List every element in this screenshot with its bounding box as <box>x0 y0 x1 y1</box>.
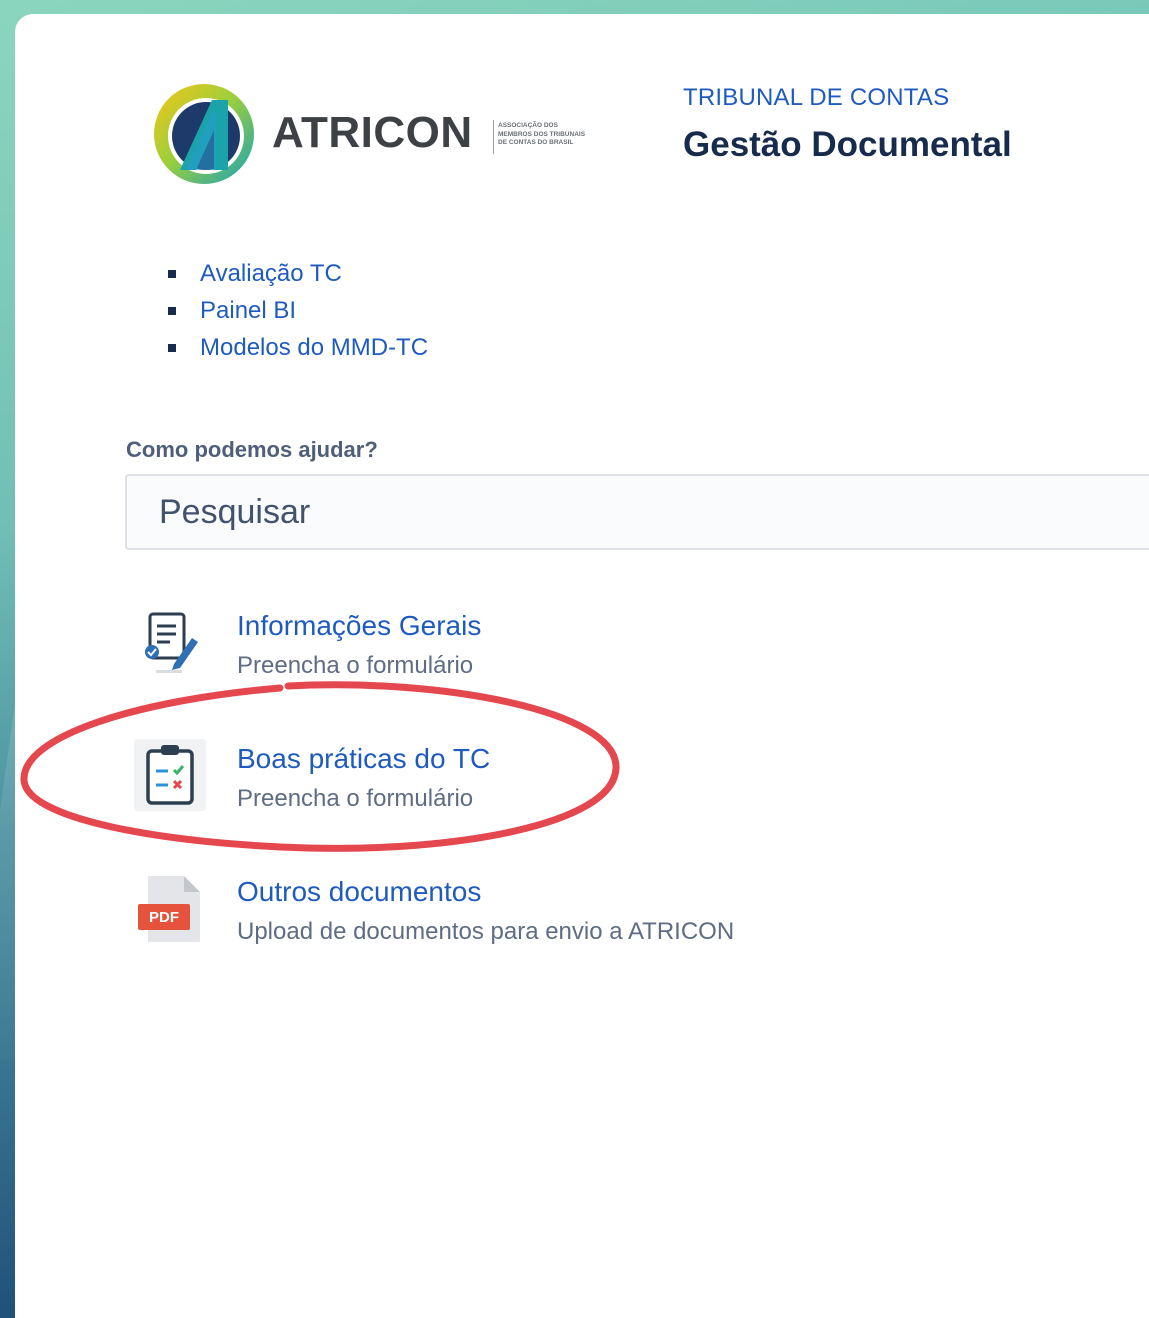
request-type-outros-documentos[interactable]: PDF Outros documentos Upload de document… <box>134 872 834 952</box>
bullet-icon <box>168 343 176 352</box>
logo-subtitle-line: MEMBROS DOS TRIBUNAIS <box>498 130 586 138</box>
request-description: Preencha o formulário <box>237 652 474 679</box>
logo-subtitle-line: DE CONTAS DO BRASIL <box>498 139 574 146</box>
atricon-emblem-icon <box>154 84 254 184</box>
quick-links: Avaliação TC Painel BI Modelos do MMD-TC <box>168 255 428 366</box>
logo-wordmark: ATRICON <box>272 108 473 157</box>
logo-divider <box>493 120 494 154</box>
link-modelos-mmd-tc[interactable]: Modelos do MMD-TC <box>200 334 428 362</box>
request-description: Preencha o formulário <box>237 785 474 812</box>
search-label: Como podemos ajudar? <box>126 437 378 462</box>
request-type-boas-praticas[interactable]: Boas práticas do TC Preencha o formulári… <box>134 739 834 819</box>
organization-name[interactable]: TRIBUNAL DE CONTAS <box>683 84 949 112</box>
clipboard-checklist-icon <box>134 739 206 811</box>
portal-title: Gestão Documental <box>683 125 1012 164</box>
quick-link-item: Avaliação TC <box>168 255 428 292</box>
atricon-logo[interactable]: ATRICON ASSOCIAÇÃO DOS MEMBROS DOS TRIBU… <box>150 78 620 190</box>
quick-link-item: Painel BI <box>168 292 428 329</box>
link-painel-bi[interactable]: Painel BI <box>200 297 296 325</box>
request-description: Upload de documentos para envio a ATRICO… <box>237 918 735 945</box>
logo-subtitle-line: ASSOCIAÇÃO DOS <box>498 122 558 129</box>
bullet-icon <box>168 269 176 278</box>
logo-subtitle: ASSOCIAÇÃO DOS MEMBROS DOS TRIBUNAIS DE … <box>498 122 628 148</box>
form-edit-icon <box>134 606 206 678</box>
request-title[interactable]: Boas práticas do TC <box>237 743 490 775</box>
bullet-icon <box>168 306 176 315</box>
request-title[interactable]: Informações Gerais <box>237 610 481 642</box>
pdf-file-icon: PDF <box>134 872 206 944</box>
request-type-informacoes-gerais[interactable]: Informações Gerais Preencha o formulário <box>134 606 834 686</box>
quick-link-item: Modelos do MMD-TC <box>168 329 428 366</box>
request-title[interactable]: Outros documentos <box>237 876 481 908</box>
search-input[interactable] <box>125 474 1149 550</box>
link-avaliacao-tc[interactable]: Avaliação TC <box>200 260 342 288</box>
svg-text:PDF: PDF <box>149 909 179 926</box>
